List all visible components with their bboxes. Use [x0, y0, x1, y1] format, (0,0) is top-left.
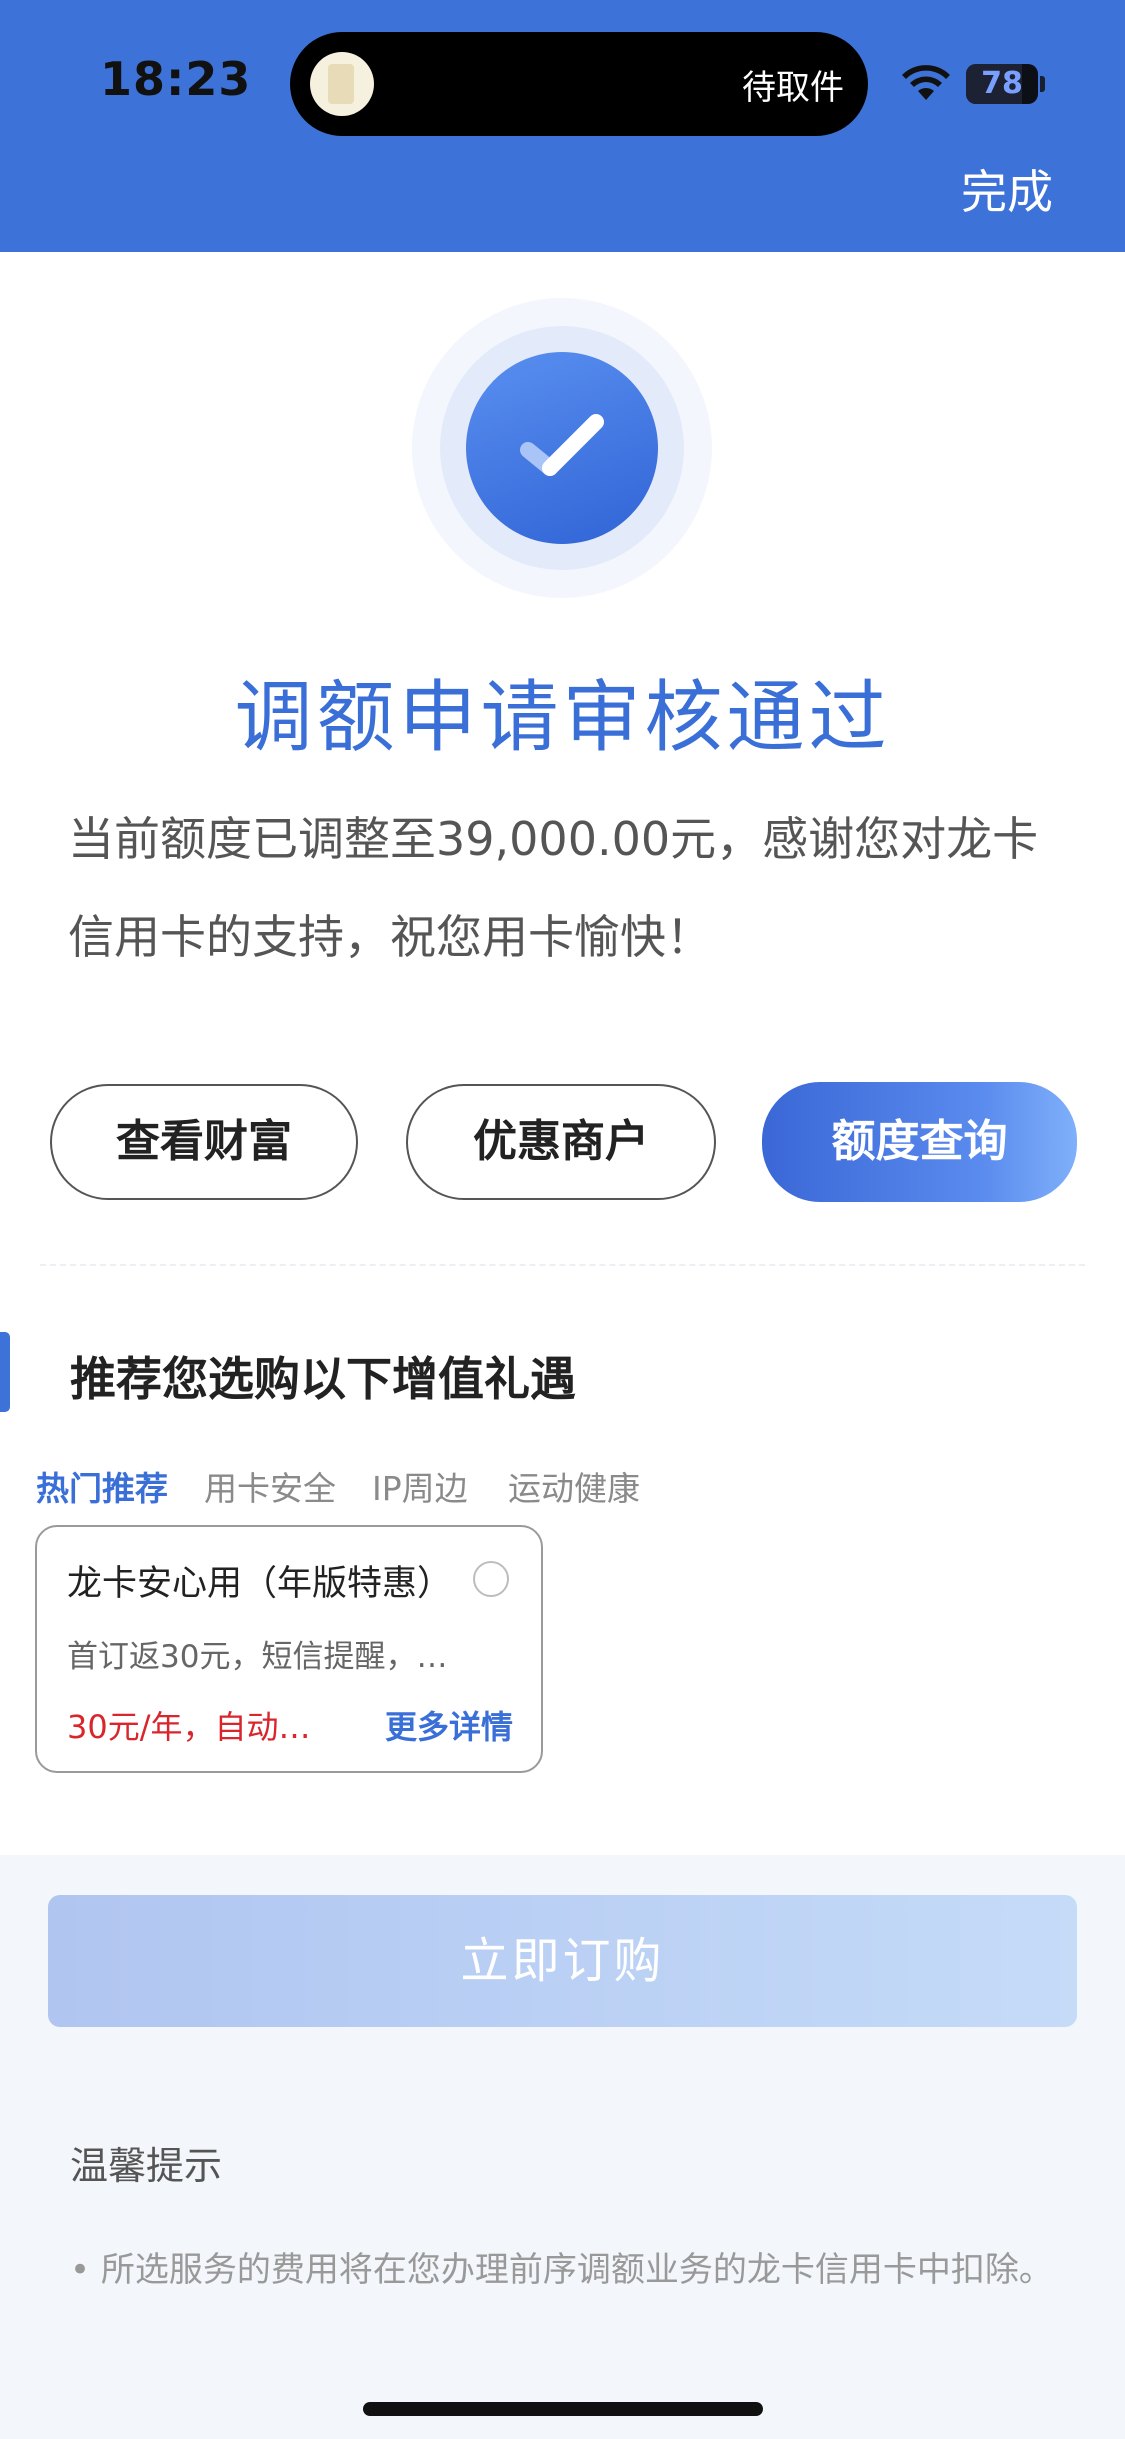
- bottom-panel: 立即订购 温馨提示 • 所选服务的费用将在您办理前序调额业务的龙卡信用卡中扣除。: [0, 1855, 1125, 2439]
- success-icon: [412, 298, 712, 598]
- tab-sports-health[interactable]: 运动健康: [508, 1462, 640, 1510]
- battery-cap: [1040, 76, 1045, 92]
- status-time: 18:23: [100, 52, 252, 106]
- success-icon-ring: [440, 326, 684, 570]
- section-title: 推荐您选购以下增值礼遇: [70, 1352, 576, 1406]
- island-text: 待取件: [742, 68, 844, 108]
- battery-level: 78: [981, 66, 1023, 101]
- product-price: 30元/年，自动…: [67, 1708, 311, 1746]
- tip-title: 温馨提示: [70, 2144, 223, 2188]
- more-details-link[interactable]: 更多详情: [385, 1702, 513, 1748]
- merchants-button[interactable]: 优惠商户: [406, 1084, 716, 1200]
- result-title: 调额申请审核通过: [234, 673, 891, 763]
- tab-ip-merch[interactable]: IP周边: [372, 1462, 468, 1510]
- header-bar: 18:23 待取件 78 完成: [0, 0, 1125, 252]
- product-card[interactable]: 龙卡安心用（年版特惠） 首订返30元，短信提醒，… 30元/年，自动… 更多详情: [35, 1525, 543, 1773]
- order-now-button[interactable]: 立即订购: [48, 1895, 1077, 2027]
- select-radio[interactable]: [473, 1561, 509, 1597]
- product-description: 首订返30元，短信提醒，…: [67, 1639, 448, 1675]
- view-wealth-button[interactable]: 查看财富: [50, 1084, 358, 1200]
- divider: [40, 1264, 1085, 1266]
- done-button[interactable]: 完成: [961, 156, 1053, 222]
- package-thumbnail-icon: [310, 52, 374, 116]
- dynamic-island[interactable]: 待取件: [290, 32, 868, 136]
- home-indicator[interactable]: [363, 2402, 763, 2416]
- tab-hot[interactable]: 热门推荐: [36, 1462, 168, 1510]
- success-icon-core: [466, 352, 658, 544]
- section-accent-bar: [0, 1332, 10, 1412]
- limit-query-button[interactable]: 额度查询: [762, 1082, 1077, 1202]
- tab-card-security[interactable]: 用卡安全: [204, 1462, 336, 1510]
- product-title: 龙卡安心用（年版特惠）: [67, 1564, 453, 1604]
- tip-text: • 所选服务的费用将在您办理前序调额业务的龙卡信用卡中扣除。: [70, 2250, 1053, 2290]
- wifi-icon: [902, 65, 950, 100]
- result-description: 当前额度已调整至39,000.00元，感谢您对龙卡信用卡的支持，祝您用卡愉快！: [68, 812, 1039, 964]
- checkmark-icon: [520, 414, 604, 476]
- battery-icon: 78: [966, 64, 1038, 104]
